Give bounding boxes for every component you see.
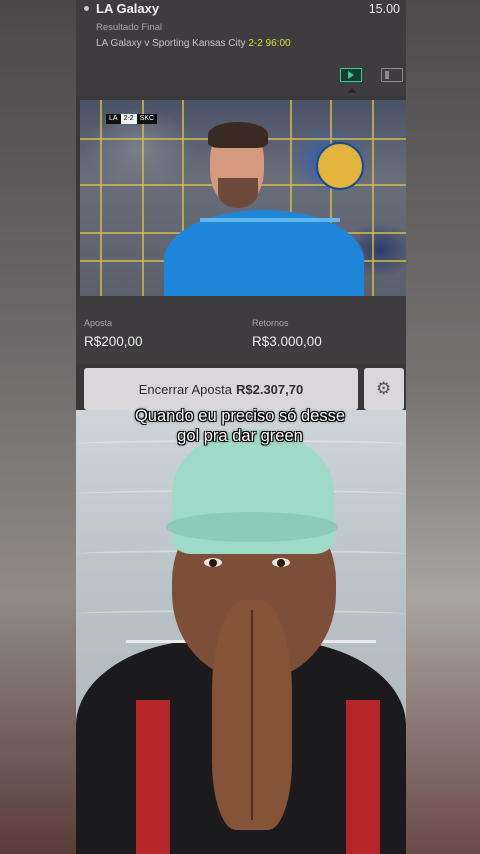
goal-net-line: [100, 100, 102, 296]
active-tab-caret: [347, 88, 357, 93]
returns-label: Retornos: [252, 318, 289, 328]
list-icon[interactable]: [381, 68, 403, 82]
match-time: 96:00: [265, 38, 291, 49]
bet-card-header: LA Galaxy 15.00 Resultado Final LA Galax…: [76, 0, 406, 96]
video-caption: Quando eu preciso só desse gol pra dar g…: [0, 406, 480, 446]
scorebug-home: LA: [109, 115, 118, 122]
selection-dot-icon: [84, 6, 89, 11]
jersey-stripe: [200, 218, 340, 222]
jersey-red-stripe: [346, 700, 380, 854]
club-crest-on-banner: [316, 142, 364, 190]
bet-info-panel: Aposta R$200,00 Retornos R$3.000,00: [76, 296, 406, 364]
scorebug-score: 2-2: [120, 114, 137, 124]
cashout-amount: R$2.307,70: [235, 381, 304, 397]
goal-net-line: [372, 100, 374, 296]
cap-brim: [166, 512, 338, 542]
match-score: 2-2: [248, 38, 263, 49]
live-stream-video[interactable]: LA 2-2 SKC: [80, 100, 406, 296]
goalkeeper-hair: [208, 122, 268, 148]
match-name: LA Galaxy v Sporting Kansas City: [96, 38, 246, 49]
tv-icon[interactable]: [340, 68, 362, 82]
jersey-red-stripe: [136, 700, 170, 854]
eye: [204, 558, 222, 567]
caption-line-2: gol pra dar green: [177, 427, 303, 445]
goal-net-line: [142, 100, 144, 296]
selection-title: LA Galaxy: [96, 1, 160, 16]
returns-value: R$3.000,00: [252, 334, 322, 349]
stake-value: R$200,00: [84, 334, 143, 349]
gear-icon: ⚙: [376, 379, 392, 398]
scorebug-away: SKC: [139, 115, 155, 122]
tv-scorebug: LA 2-2 SKC: [106, 114, 158, 124]
cashout-button[interactable]: Encerrar Aposta R$2.307,70: [84, 368, 358, 410]
stake-label: Aposta: [84, 318, 113, 328]
eye: [272, 558, 290, 567]
market-label: Resultado Final: [96, 22, 163, 33]
hands-gap: [251, 610, 253, 820]
caption-line-1: Quando eu preciso só desse: [134, 407, 346, 425]
match-line: LA Galaxy v Sporting Kansas City 2-2 96:…: [96, 38, 291, 49]
goalkeeper-beard: [218, 178, 258, 208]
cashout-label: Encerrar Aposta: [138, 381, 232, 397]
odds-value: 15.00: [368, 2, 400, 16]
cashout-settings-button[interactable]: ⚙: [364, 368, 404, 410]
